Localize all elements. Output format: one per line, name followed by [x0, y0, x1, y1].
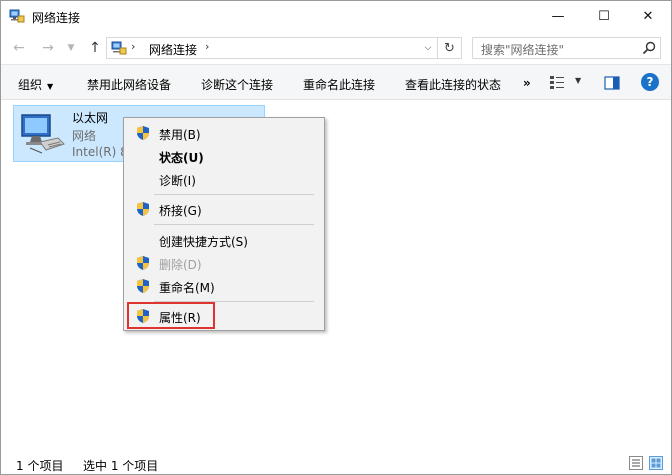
connection-device: Intel(R) 8: [72, 145, 128, 159]
menu-item-create-shortcut[interactable]: 创建快捷方式(S): [124, 229, 324, 251]
close-button[interactable]: ✕: [625, 1, 671, 32]
recent-locations-chevron-icon[interactable]: ▼: [61, 38, 81, 58]
uac-shield-icon: [137, 126, 149, 140]
search-icon[interactable]: [641, 40, 657, 56]
address-row: ← → ▼ ↑ › 网络连接 › ⌵ ↻ 搜索"网络连接": [1, 32, 671, 64]
diagnose-button[interactable]: 诊断这个连接: [201, 76, 273, 93]
search-box[interactable]: 搜索"网络连接": [472, 37, 661, 59]
menu-item-rename[interactable]: 重命名(M): [124, 275, 324, 297]
highlight-annotation-box: [127, 302, 215, 329]
explorer-window: 网络连接 — ☐ ✕ ← → ▼ ↑ › 网络连接 › ⌵ ↻ 搜索"网络连接": [0, 0, 672, 475]
network-connections-icon: [111, 41, 127, 55]
item-count: 1 个项目: [16, 459, 64, 473]
selected-count: 选中 1 个项目: [83, 459, 159, 473]
breadcrumb-network-connections[interactable]: 网络连接: [149, 41, 197, 58]
change-view-icon[interactable]: [549, 74, 565, 90]
connection-type: 网络: [72, 129, 97, 143]
menu-separator: [154, 224, 314, 225]
organize-dropdown-icon: ▼: [47, 82, 54, 91]
ethernet-adapter-icon: [21, 114, 65, 154]
help-icon[interactable]: ?: [641, 73, 659, 91]
large-icons-view-icon[interactable]: [649, 456, 663, 470]
forward-arrow-icon[interactable]: →: [38, 38, 58, 58]
menu-item-label: 诊断(I): [159, 174, 196, 188]
menu-item-label: 创建快捷方式(S): [159, 235, 248, 249]
address-bar[interactable]: › 网络连接 › ⌵: [106, 37, 438, 59]
uac-shield-icon: [137, 256, 149, 270]
menu-item-disable[interactable]: 禁用(B): [124, 122, 324, 144]
menu-item-label: 桥接(G): [159, 204, 202, 218]
menu-item-label: 重命名(M): [159, 281, 215, 295]
connection-name: 以太网: [72, 111, 109, 125]
title-bar: 网络连接 — ☐ ✕: [1, 1, 671, 32]
maximize-button[interactable]: ☐: [581, 1, 627, 32]
disable-device-button[interactable]: 禁用此网络设备: [87, 76, 171, 93]
network-connections-icon: [9, 9, 25, 23]
preview-pane-icon[interactable]: [604, 75, 620, 91]
command-bar: 组织 ▼ 禁用此网络设备 诊断这个连接 重命名此连接 查看此连接的状态 » ▼ ?: [1, 64, 671, 100]
search-input[interactable]: 搜索"网络连接": [481, 41, 564, 58]
minimize-button[interactable]: —: [535, 1, 581, 32]
view-dropdown-icon[interactable]: ▼: [575, 76, 581, 85]
organize-label: 组织: [18, 78, 43, 92]
back-arrow-icon[interactable]: ←: [9, 38, 29, 58]
window-title: 网络连接: [32, 11, 81, 25]
details-view-icon[interactable]: [629, 456, 643, 470]
breadcrumb-chevron-icon[interactable]: ›: [131, 40, 135, 53]
menu-item-diagnose[interactable]: 诊断(I): [124, 168, 324, 190]
menu-item-delete: 删除(D): [124, 252, 324, 274]
refresh-button[interactable]: ↻: [438, 37, 462, 59]
menu-item-bridge[interactable]: 桥接(G): [124, 198, 324, 220]
organize-menu[interactable]: 组织 ▼: [18, 76, 53, 93]
breadcrumb-chevron-icon[interactable]: ›: [205, 40, 209, 53]
up-arrow-icon[interactable]: ↑: [85, 38, 105, 58]
view-status-button[interactable]: 查看此连接的状态: [405, 76, 501, 93]
rename-button[interactable]: 重命名此连接: [303, 76, 375, 93]
menu-item-status[interactable]: 状态(U): [124, 145, 324, 167]
menu-separator: [154, 194, 314, 195]
uac-shield-icon: [137, 202, 149, 216]
menu-item-label: 禁用(B): [159, 128, 201, 142]
menu-item-label: 删除(D): [159, 258, 202, 272]
file-list-area[interactable]: 以太网 网络 Intel(R) 8: [1, 100, 671, 450]
context-menu: 禁用(B) 状态(U) 诊断(I) 桥接(G) 创建快捷方式(S) 删除(D) …: [123, 117, 325, 331]
uac-shield-icon: [137, 279, 149, 293]
status-bar: 1 个项目 选中 1 个项目: [1, 450, 671, 474]
more-commands-icon[interactable]: »: [523, 76, 531, 90]
address-dropdown-icon[interactable]: ⌵: [420, 40, 436, 56]
menu-item-label: 状态(U): [159, 151, 204, 165]
